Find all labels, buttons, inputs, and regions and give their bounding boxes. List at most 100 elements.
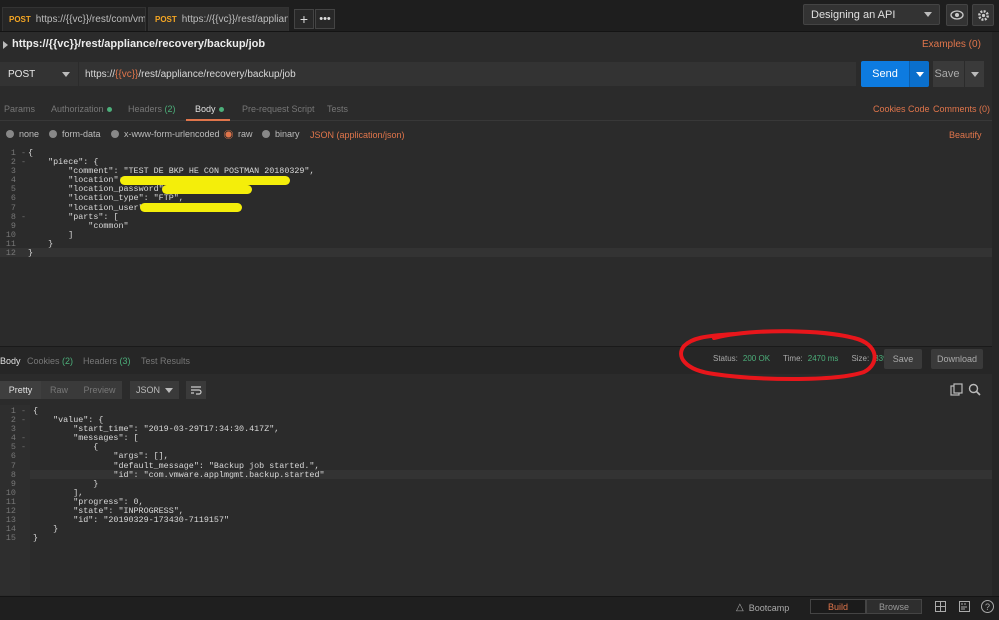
radio-circle-icon <box>6 130 14 138</box>
help-icon[interactable]: ? <box>981 600 994 613</box>
bootcamp-button[interactable]: △ Bootcamp <box>736 602 789 613</box>
tab-headers-label: Headers <box>128 104 163 114</box>
chevron-down-icon <box>924 12 932 17</box>
format-label: JSON <box>136 385 161 395</box>
environment-select[interactable]: Designing an API <box>803 4 940 25</box>
tab-prerequest-script[interactable]: Pre-request Script <box>242 104 315 114</box>
radio-form-data-label: form-data <box>62 129 101 139</box>
radio-none-label: none <box>19 129 40 139</box>
code-line: ] <box>28 229 74 240</box>
request-tab[interactable]: POST https://{{vc}}/rest/com/vmware/cis/ <box>2 7 146 31</box>
scrollbar[interactable] <box>992 32 999 596</box>
tab-params[interactable]: Params <box>4 104 35 114</box>
tab-body[interactable]: Body <box>195 104 224 114</box>
beautify-link[interactable]: Beautify <box>949 130 982 140</box>
bootcamp-label: Bootcamp <box>748 602 790 613</box>
method-select[interactable]: POST <box>0 62 78 86</box>
response-tab-cookies[interactable]: Cookies (2) <box>27 356 73 366</box>
bootcamp-icon: △ <box>736 602 744 613</box>
save-options-chevron-icon[interactable] <box>964 61 984 87</box>
tab-url: https://{{vc}}/rest/appliance/rec <box>181 14 288 25</box>
cookies-link[interactable]: Cookies <box>873 104 906 114</box>
url-prefix: https:// <box>85 68 116 80</box>
line-numbers: 1 -2 -3 4 5 6 7 8 -9 10 11 12 <box>0 148 26 259</box>
gear-icon[interactable] <box>972 4 994 26</box>
redaction-mark <box>140 203 242 212</box>
chevron-down-icon <box>165 387 173 393</box>
cookies-count: (2) <box>62 356 74 366</box>
collapse-triangle-icon[interactable] <box>3 41 8 49</box>
method-label: POST <box>8 68 36 80</box>
new-tab-plus-icon[interactable]: + <box>294 9 314 29</box>
search-icon[interactable] <box>968 383 981 396</box>
format-select[interactable]: JSON <box>130 381 179 399</box>
request-title[interactable]: https://{{vc}}/rest/appliance/recovery/b… <box>12 38 265 50</box>
active-dot-icon <box>106 107 112 113</box>
tab-more-icon[interactable]: ••• <box>315 9 335 29</box>
tab-headers[interactable]: Headers (2) <box>128 104 176 114</box>
code-line: } <box>33 524 59 535</box>
redaction-mark <box>120 176 290 185</box>
environment-label: Designing an API <box>811 8 896 21</box>
tab-tests[interactable]: Tests <box>327 104 348 114</box>
radio-selected-icon <box>224 129 233 139</box>
save-label: Save <box>934 68 960 80</box>
redaction-mark <box>162 185 252 194</box>
tab-url: https://{{vc}}/rest/com/vmware/cis/ <box>35 14 146 25</box>
radio-form-data[interactable]: form-data <box>49 129 101 139</box>
wrap-lines-icon[interactable] <box>186 381 206 399</box>
build-toggle[interactable]: Build <box>810 599 866 614</box>
code-line: } <box>33 533 39 544</box>
chevron-down-icon <box>62 71 70 77</box>
tab-authorization[interactable]: Authorization <box>51 104 112 114</box>
send-button[interactable]: Send <box>861 61 909 87</box>
active-tab-indicator <box>186 119 230 121</box>
browse-toggle[interactable]: Browse <box>866 599 922 614</box>
url-path: /rest/appliance/recovery/backup/job <box>138 68 296 80</box>
line-number: 15 <box>5 533 26 544</box>
radio-raw-label: raw <box>238 129 253 139</box>
response-tab-headers-label: Headers <box>83 356 118 366</box>
tab-method: POST <box>155 15 177 24</box>
headers-count: (2) <box>164 104 176 114</box>
eye-icon[interactable] <box>946 4 968 26</box>
response-tab-cookies-label: Cookies <box>27 356 60 366</box>
radio-urlencoded-label: x-www-form-urlencoded <box>124 129 220 139</box>
headers-count: (3) <box>119 356 131 366</box>
examples-dropdown[interactable]: Examples (0) <box>922 39 981 50</box>
copy-icon[interactable] <box>950 383 963 396</box>
content-type-select[interactable]: JSON (application/json) <box>310 130 405 140</box>
radio-circle-icon <box>111 130 119 138</box>
radio-none[interactable]: none <box>6 129 39 139</box>
send-options-chevron-icon[interactable] <box>909 61 929 87</box>
view-preview-button[interactable]: Preview <box>77 381 122 399</box>
tab-body-label: Body <box>195 104 216 114</box>
view-raw-button[interactable]: Raw <box>41 381 77 399</box>
comments-link[interactable]: Comments (0) <box>933 104 990 114</box>
url-input[interactable]: https://{{vc}}/rest/appliance/recovery/b… <box>78 62 856 86</box>
response-body-code: { "value": { "start_time": "2019-03-29T1… <box>33 406 325 544</box>
response-body-editor[interactable]: 1 -2 -3 4 -5 -6 7 8 9 10 11 12 13 14 15 … <box>0 405 992 595</box>
code-link[interactable]: Code <box>908 104 930 114</box>
response-tab-test-results[interactable]: Test Results <box>141 356 190 366</box>
response-tab-headers[interactable]: Headers (3) <box>83 356 131 366</box>
response-save-button[interactable]: Save <box>884 349 922 369</box>
radio-binary[interactable]: binary <box>262 129 300 139</box>
two-pane-icon[interactable] <box>934 600 947 613</box>
code-line: "id": "20190329-173430-7119157" <box>33 515 230 526</box>
response-tab-body[interactable]: Body <box>0 356 21 366</box>
radio-urlencoded[interactable]: x-www-form-urlencoded <box>111 129 220 139</box>
download-button[interactable]: Download <box>931 349 983 369</box>
line-numbers: 1 -2 -3 4 -5 -6 7 8 9 10 11 12 13 14 15 <box>0 406 26 544</box>
keyboard-shortcuts-icon[interactable] <box>958 600 971 613</box>
red-circle-annotation <box>679 329 877 381</box>
tab-authorization-label: Authorization <box>51 104 104 114</box>
request-body-editor[interactable]: 1 -2 -3 4 5 6 7 8 -9 10 11 12 { "piece":… <box>0 146 992 344</box>
radio-circle-icon <box>262 130 270 138</box>
radio-raw[interactable]: raw <box>224 129 253 139</box>
url-variable: {{vc}} <box>115 68 139 80</box>
line-number: 12 <box>5 248 26 259</box>
code-line: } <box>28 238 54 249</box>
request-tab-active[interactable]: POST https://{{vc}}/rest/appliance/rec <box>148 7 289 31</box>
view-pretty-button[interactable]: Pretty <box>0 381 41 399</box>
